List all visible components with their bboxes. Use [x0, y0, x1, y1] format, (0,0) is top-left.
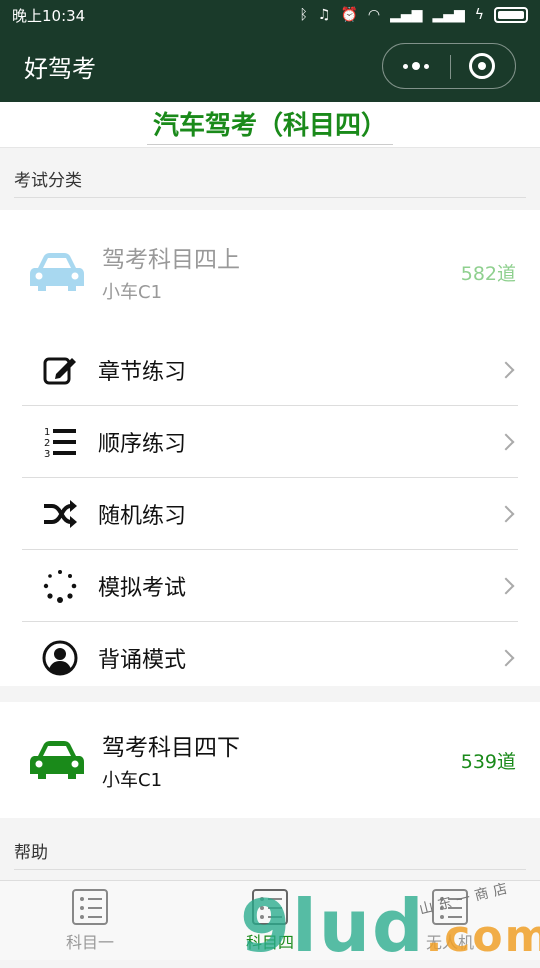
mute-icon: ♫ [317, 7, 331, 23]
loading-dots-icon [40, 566, 80, 606]
subject-upper-card: 驾考科目四上 小车C1 582道 章节练习 1 2 3 顺序练习 随机练习 模拟… [0, 210, 540, 686]
page-title: 汽车驾考（科目四） [146, 105, 393, 145]
signal-icon: ▂▄▆ [390, 7, 423, 23]
menu-label: 顺序练习 [98, 431, 187, 457]
alarm-icon: ⏰ [340, 7, 358, 23]
more-icon[interactable] [403, 62, 429, 70]
section-exam-category: 考试分类 [14, 166, 526, 198]
mini-program-capsule [382, 43, 516, 89]
chevron-right-icon [497, 577, 515, 594]
subject-lower-card: 驾考科目四下 小车C1 539道 [0, 702, 540, 818]
subject-lower-vehicle: 小车C1 [102, 770, 163, 791]
subject-lower-text: 驾考科目四下 小车C1 [102, 728, 461, 792]
chevron-right-icon [497, 361, 515, 378]
user-circle-icon [40, 638, 80, 678]
subject-upper-name: 驾考科目四上 [102, 247, 240, 273]
edit-icon [40, 350, 80, 390]
menu-item-recite-mode[interactable]: 背诵模式 [22, 622, 518, 694]
list-icon [72, 888, 108, 925]
chevron-right-icon [497, 433, 515, 450]
wifi-icon: ◠ [367, 7, 381, 23]
numbered-list-icon: 1 2 3 [40, 422, 80, 462]
status-time: 晚上10:34 [12, 6, 86, 25]
status-bar: 晚上10:34 ᛒ ♫ ⏰ ◠ ▂▄▆ ▂▄▆ ϟ [0, 0, 540, 30]
chevron-right-icon [497, 505, 515, 522]
charging-icon: ϟ [474, 7, 484, 23]
car-icon [30, 253, 84, 291]
section-help: 帮助 [14, 838, 526, 870]
subject-upper-count: 582道 [460, 262, 516, 285]
menu-label: 随机练习 [98, 503, 187, 529]
signal-icon-2: ▂▄▆ [432, 7, 465, 23]
tab-label: 科目四 [245, 932, 294, 952]
menu-item-sequential-practice[interactable]: 1 2 3 顺序练习 [22, 406, 518, 478]
subject-upper-header[interactable]: 驾考科目四上 小车C1 582道 [0, 210, 540, 334]
tab-label: 科目一 [65, 932, 114, 952]
menu-label: 模拟考试 [98, 575, 187, 601]
tab-subject-one[interactable]: 科目一 [35, 888, 145, 953]
car-icon [30, 741, 84, 779]
status-icons: ᛒ ♫ ⏰ ◠ ▂▄▆ ▂▄▆ ϟ [299, 7, 528, 23]
svg-text:3: 3 [44, 449, 50, 460]
menu-item-chapter-practice[interactable]: 章节练习 [22, 334, 518, 406]
chevron-right-icon [497, 649, 515, 667]
subject-lower-name: 驾考科目四下 [102, 735, 240, 761]
tab-label: 无人机 [425, 932, 474, 952]
bluetooth-icon: ᛒ [299, 7, 308, 23]
subject-lower-header[interactable]: 驾考科目四下 小车C1 539道 [0, 702, 540, 818]
menu-item-mock-exam[interactable]: 模拟考试 [22, 550, 518, 622]
page-title-bar: 汽车驾考（科目四） [0, 102, 540, 148]
tab-subject-four[interactable]: 科目四 [215, 888, 325, 953]
shuffle-icon [40, 494, 80, 534]
svg-text:2: 2 [44, 438, 50, 449]
menu-item-random-practice[interactable]: 随机练习 [22, 478, 518, 550]
app-title: 好驾考 [24, 54, 96, 83]
svg-text:1: 1 [44, 427, 50, 438]
subject-upper-text: 驾考科目四上 小车C1 [102, 240, 461, 304]
list-icon [252, 888, 288, 925]
battery-icon [494, 7, 528, 23]
close-target-icon[interactable] [469, 53, 495, 79]
subject-lower-count: 539道 [460, 750, 516, 773]
menu-label: 章节练习 [98, 359, 187, 385]
nav-bar: 好驾考 [0, 30, 540, 102]
menu-label: 背诵模式 [98, 648, 187, 673]
subject-upper-vehicle: 小车C1 [102, 282, 163, 303]
capsule-divider [450, 55, 451, 79]
